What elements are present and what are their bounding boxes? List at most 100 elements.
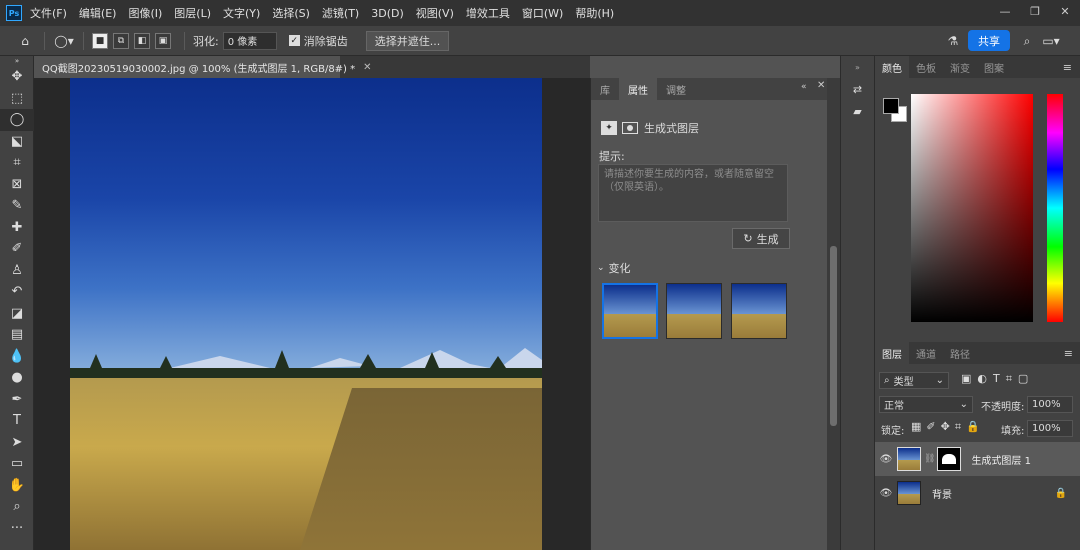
dodge-tool-icon[interactable]: ● xyxy=(0,367,34,389)
intersect-selection-icon[interactable]: ▣ xyxy=(155,32,171,49)
visibility-eye-icon[interactable]: 👁 xyxy=(875,488,897,499)
opacity-input[interactable]: 100% xyxy=(1027,396,1073,413)
generative-layer-icon: ✦ xyxy=(601,121,617,135)
share-button[interactable]: 共享 xyxy=(968,30,1010,51)
chevron-down-icon: ⌄ xyxy=(935,375,944,386)
tab-adjustments[interactable]: 调整 xyxy=(657,78,695,100)
lasso-tool-icon[interactable]: ◯ xyxy=(0,109,34,131)
minimize-button[interactable]: — xyxy=(990,0,1020,22)
blend-mode-select[interactable]: 正常 ⌄ xyxy=(879,396,973,413)
clone-stamp-tool-icon[interactable]: ♙ xyxy=(0,260,34,282)
menu-filter[interactable]: 滤镜(T) xyxy=(322,5,359,21)
color-picker-field[interactable] xyxy=(911,94,1033,322)
select-and-mask-button[interactable]: 选择并遮住... xyxy=(365,30,450,51)
menu-window[interactable]: 窗口(W) xyxy=(522,5,563,21)
scroll-thumb[interactable] xyxy=(830,246,837,426)
tab-paths[interactable]: 路径 xyxy=(943,342,977,364)
refresh-icon: ↻ xyxy=(743,232,753,245)
foreground-color-swatch[interactable] xyxy=(883,98,899,114)
menu-layer[interactable]: 图层(L) xyxy=(174,5,211,21)
tab-patterns[interactable]: 图案 xyxy=(977,56,1011,78)
variations-header[interactable]: ⌄ 变化 xyxy=(597,260,631,276)
link-icon[interactable]: ⛓ xyxy=(924,454,935,464)
comments-panel-icon[interactable]: ▰ xyxy=(841,100,874,122)
document-image[interactable] xyxy=(70,78,542,550)
variation-thumbnail[interactable] xyxy=(602,283,658,339)
variation-thumbnail[interactable] xyxy=(731,283,787,339)
workspace-icon[interactable]: ▭▾ xyxy=(1040,30,1062,52)
tab-swatches[interactable]: 色板 xyxy=(909,56,943,78)
crop-tool-icon[interactable]: ⌗ xyxy=(0,152,34,174)
antialias-checkbox[interactable]: ✓ xyxy=(288,35,300,46)
expand-icon[interactable]: » xyxy=(841,56,874,78)
tab-layers[interactable]: 图层 xyxy=(875,342,909,364)
tab-libraries[interactable]: 库 xyxy=(591,78,619,100)
menu-image[interactable]: 图像(I) xyxy=(128,5,162,21)
tab-properties[interactable]: 属性 xyxy=(619,78,657,100)
menu-view[interactable]: 视图(V) xyxy=(416,5,454,21)
rectangle-tool-icon[interactable]: ▭ xyxy=(0,453,34,475)
type-tool-icon[interactable]: T xyxy=(0,410,34,432)
hue-slider[interactable] xyxy=(1047,94,1063,322)
layer-row[interactable]: 👁 背景 🔒 xyxy=(875,476,1080,510)
marquee-tool-icon[interactable]: ⬚ xyxy=(0,88,34,110)
eraser-tool-icon[interactable]: ◪ xyxy=(0,303,34,325)
close-window-button[interactable]: ✕ xyxy=(1050,0,1080,22)
document-tab[interactable]: QQ截图20230519030002.jpg @ 100% (生成式图层 1, … xyxy=(34,56,372,78)
menu-help[interactable]: 帮助(H) xyxy=(575,5,614,21)
new-selection-icon[interactable]: ■ xyxy=(92,32,108,49)
panel-menu-icon[interactable]: ≡ xyxy=(1063,61,1072,74)
feather-input[interactable]: 0 像素 xyxy=(222,31,277,50)
zoom-tool-icon[interactable]: ⌕ xyxy=(0,496,34,518)
tab-gradients[interactable]: 渐变 xyxy=(943,56,977,78)
hand-tool-icon[interactable]: ✋ xyxy=(0,475,34,497)
tab-color[interactable]: 颜色 xyxy=(875,56,909,78)
brush-tool-icon[interactable]: ✐ xyxy=(0,238,34,260)
visibility-eye-icon[interactable]: 👁 xyxy=(875,454,897,465)
path-selection-tool-icon[interactable]: ➤ xyxy=(0,432,34,454)
menu-edit[interactable]: 编辑(E) xyxy=(79,5,117,21)
gradient-tool-icon[interactable]: ▤ xyxy=(0,324,34,346)
home-icon[interactable]: ⌂ xyxy=(14,30,36,52)
layer-filter-icons[interactable]: ▣◐T⌗▢ xyxy=(961,372,1034,386)
panel-collapse-icon[interactable]: « xyxy=(801,82,807,92)
generate-button[interactable]: ↻ 生成 xyxy=(732,228,790,249)
menu-plugins[interactable]: 增效工具 xyxy=(466,5,510,21)
history-brush-tool-icon[interactable]: ↶ xyxy=(0,281,34,303)
move-tool-icon[interactable]: ✥ xyxy=(0,66,34,88)
layers-menu-icon[interactable]: ≡ xyxy=(1064,347,1073,360)
frame-tool-icon[interactable]: ⊠ xyxy=(0,174,34,196)
object-selection-tool-icon[interactable]: ⬕ xyxy=(0,131,34,153)
lock-icons[interactable]: ▦✐✥⌗🔒 xyxy=(911,420,985,434)
layer-row[interactable]: 👁 ⛓ 生成式图层 1 xyxy=(875,442,1080,476)
pen-tool-icon[interactable]: ✒ xyxy=(0,389,34,411)
collapsed-panels-strip: » ⇄ ▰ xyxy=(840,56,874,550)
menu-3d[interactable]: 3D(D) xyxy=(371,7,404,20)
search-icon[interactable]: ⌕ xyxy=(1016,30,1038,52)
properties-scrollbar[interactable] xyxy=(827,78,840,550)
layer-filter-select[interactable]: ⌕ 类型 ⌄ xyxy=(879,372,949,389)
menu-type[interactable]: 文字(Y) xyxy=(223,5,260,21)
variation-thumbnail[interactable] xyxy=(666,283,722,339)
layer-mask-thumbnail[interactable] xyxy=(937,447,962,471)
prompt-textarea[interactable]: 请描述你要生成的内容，或者随意留空（仅限英语）。 xyxy=(598,164,788,222)
healing-brush-tool-icon[interactable]: ✚ xyxy=(0,217,34,239)
tab-channels[interactable]: 通道 xyxy=(909,342,943,364)
fill-input[interactable]: 100% xyxy=(1027,420,1073,437)
add-to-selection-icon[interactable]: ⧉ xyxy=(113,32,129,49)
eyedropper-tool-icon[interactable]: ✎ xyxy=(0,195,34,217)
more-tools-icon[interactable]: ··· xyxy=(0,518,34,540)
history-panel-icon[interactable]: ⇄ xyxy=(841,78,874,100)
search-icon: ⌕ xyxy=(884,375,890,386)
collapse-icon[interactable]: » xyxy=(0,56,34,66)
menu-file[interactable]: 文件(F) xyxy=(30,5,67,21)
blur-tool-icon[interactable]: 💧 xyxy=(0,346,34,368)
restore-button[interactable]: ❐ xyxy=(1020,0,1050,22)
flask-icon[interactable]: ⚗ xyxy=(942,30,964,52)
menu-select[interactable]: 选择(S) xyxy=(272,5,310,21)
lock-icon[interactable]: 🔒 xyxy=(1055,488,1067,499)
lasso-tool-preset-icon[interactable]: ◯▾ xyxy=(53,30,75,52)
close-tab-icon[interactable]: ✕ xyxy=(363,62,371,73)
subtract-from-selection-icon[interactable]: ◧ xyxy=(134,32,150,49)
panel-close-icon[interactable]: ✕ xyxy=(817,80,825,91)
